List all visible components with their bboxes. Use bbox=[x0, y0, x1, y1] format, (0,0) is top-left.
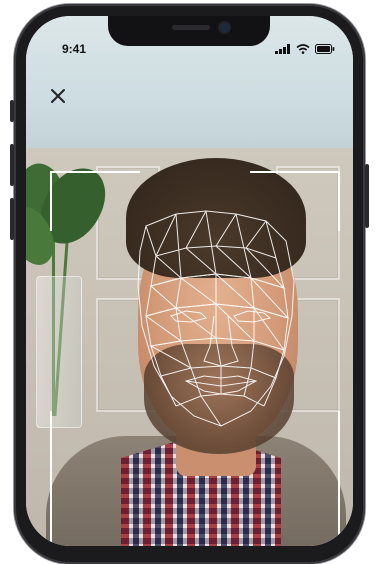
speaker-grille bbox=[172, 25, 210, 30]
silent-switch bbox=[10, 100, 14, 122]
wifi-icon bbox=[296, 44, 310, 54]
status-icons bbox=[275, 44, 335, 54]
volume-up-button bbox=[10, 144, 14, 186]
status-time: 9:41 bbox=[62, 42, 87, 56]
notch bbox=[108, 16, 270, 46]
phone-screen: 9:41 bbox=[26, 16, 353, 546]
power-button bbox=[365, 164, 369, 228]
scan-frame bbox=[50, 171, 340, 545]
close-button[interactable] bbox=[46, 84, 70, 108]
close-icon[interactable] bbox=[50, 88, 66, 104]
front-camera bbox=[220, 23, 229, 32]
volume-down-button bbox=[10, 198, 14, 240]
battery-icon bbox=[315, 44, 335, 54]
signal-icon bbox=[275, 44, 290, 54]
